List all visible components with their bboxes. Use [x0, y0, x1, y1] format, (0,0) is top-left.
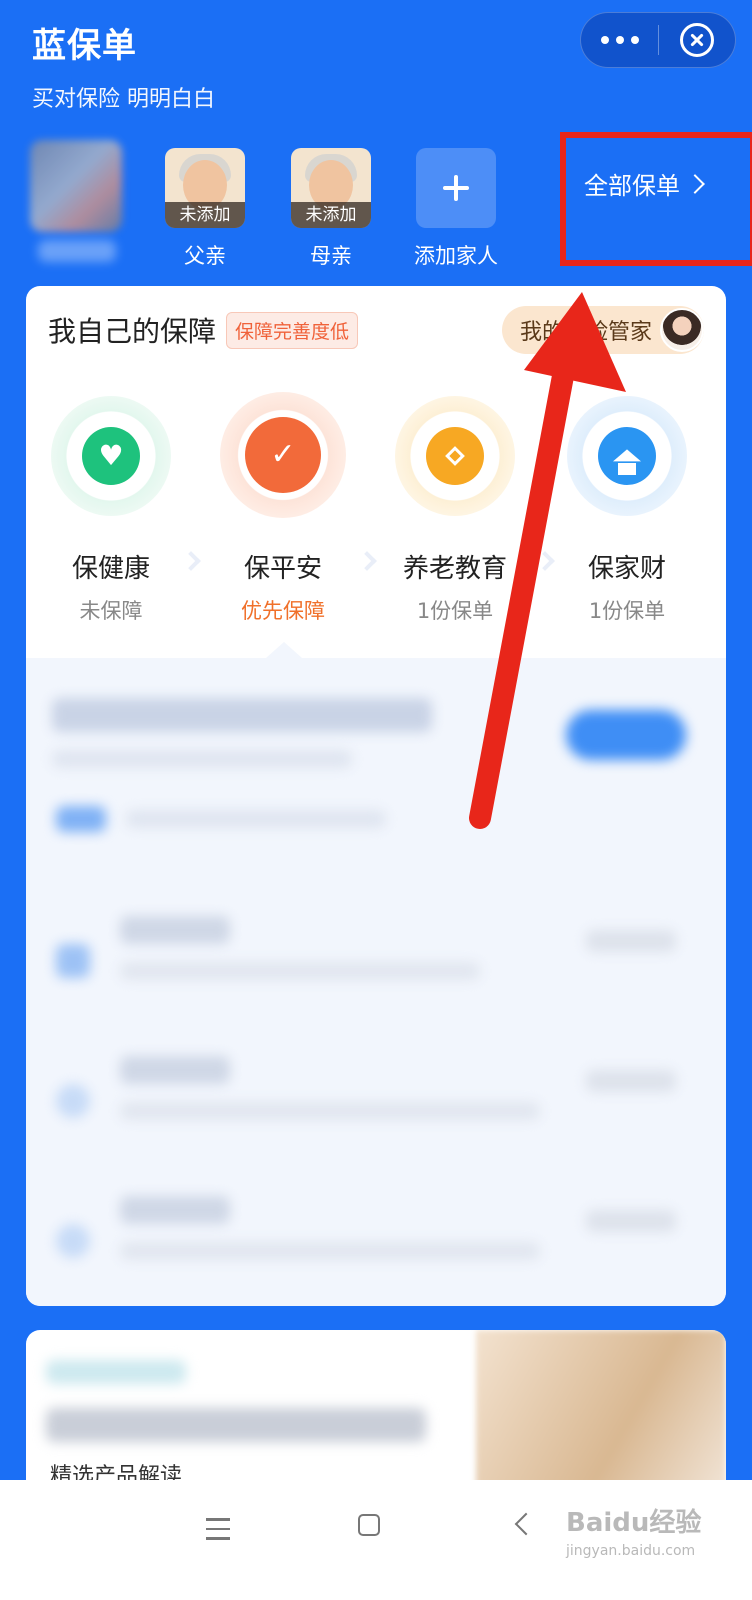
annotation-arrow-icon [469, 292, 626, 829]
